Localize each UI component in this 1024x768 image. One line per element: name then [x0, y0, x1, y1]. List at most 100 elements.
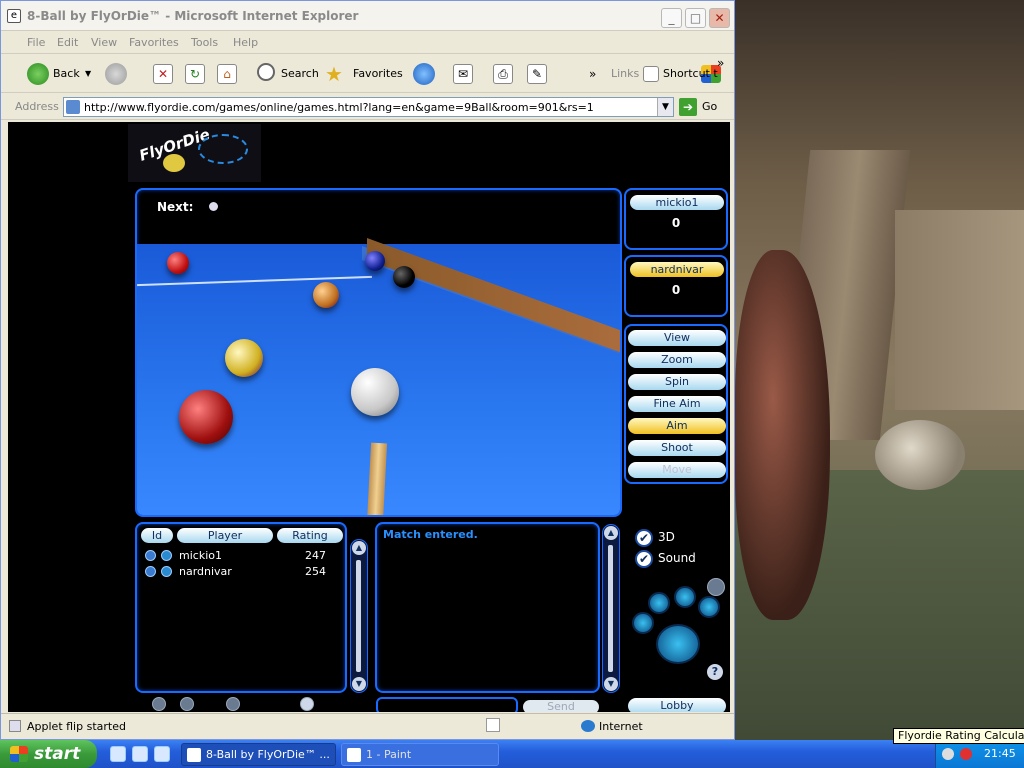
header-player[interactable]: Player [177, 528, 273, 543]
search-button[interactable]: Search [281, 62, 319, 86]
shoot-button[interactable]: Shoot [628, 440, 726, 456]
player-list-scrollbar[interactable]: ▲ ▼ [350, 539, 368, 693]
maximize-button[interactable]: □ [685, 8, 706, 28]
scroll-track[interactable] [356, 560, 361, 672]
scroll-down-icon[interactable]: ▼ [352, 677, 366, 691]
address-label: Address [15, 100, 59, 113]
flyordie-logo[interactable]: FlyOrDie [128, 124, 261, 182]
windows-logo-icon [10, 746, 28, 762]
player1-score: 0 [671, 216, 681, 230]
back-arrow-icon[interactable] [27, 63, 49, 85]
start-button[interactable]: start [0, 740, 97, 768]
aim-button[interactable]: Aim [628, 418, 726, 434]
shortcut-link[interactable]: Shortcut t [663, 62, 718, 86]
print-icon[interactable]: ⎙ [493, 64, 513, 84]
orange-ball [313, 282, 339, 308]
menu-help[interactable]: Help [233, 36, 258, 49]
media-quicklaunch-icon[interactable] [154, 746, 170, 762]
menu-file[interactable]: File [27, 36, 45, 49]
taskbar-item-label: 8-Ball by FlyOrDie™ ... [206, 748, 330, 761]
close-button[interactable]: ✕ [709, 8, 730, 28]
player-rating: 247 [305, 549, 326, 562]
zone-label: Internet [599, 720, 643, 733]
player-rating: 254 [305, 565, 326, 578]
wallpaper-building [895, 210, 1024, 410]
address-input[interactable]: http://www.flyordie.com/games/online/gam… [63, 97, 674, 117]
menu-view[interactable]: View [91, 36, 117, 49]
system-tray: 21:45 [935, 740, 1024, 768]
address-url[interactable]: http://www.flyordie.com/games/online/gam… [84, 101, 594, 114]
scroll-down-icon[interactable]: ▼ [604, 677, 618, 691]
ie-page-icon: e [7, 9, 21, 23]
scroll-up-icon[interactable]: ▲ [352, 541, 366, 555]
refresh-icon[interactable]: ↻ [185, 64, 205, 84]
emoticon-icon[interactable] [180, 697, 194, 711]
toolbar-chevron-icon[interactable]: » [589, 62, 596, 86]
move-button: Move [628, 462, 726, 478]
help-button[interactable]: ? [707, 664, 723, 680]
back-dropdown-icon[interactable]: ▼ [85, 62, 91, 86]
taskbar-item-paint[interactable]: 1 - Paint [341, 743, 499, 766]
shortcut-icon[interactable] [643, 66, 659, 82]
address-dropdown-icon[interactable]: ▼ [657, 98, 673, 116]
tray-network-icon[interactable] [942, 748, 954, 760]
scroll-up-icon[interactable]: ▲ [604, 526, 618, 540]
chat-input[interactable] [376, 697, 518, 712]
view-button[interactable]: View [628, 330, 726, 346]
logo-spark-icon [198, 134, 248, 164]
forward-arrow-icon[interactable] [105, 63, 127, 85]
favorites-button[interactable]: Favorites [353, 62, 403, 86]
history-icon[interactable] [413, 63, 435, 85]
zoom-button[interactable]: Zoom [628, 352, 726, 368]
window-title: 8-Ball by FlyOrDie™ - Microsoft Internet… [27, 9, 359, 23]
send-button[interactable]: Send [523, 700, 599, 712]
stop-icon[interactable]: ✕ [153, 64, 173, 84]
browser-window: e 8-Ball by FlyOrDie™ - Microsoft Intern… [0, 0, 735, 740]
fine-aim-button[interactable]: Fine Aim [628, 396, 726, 412]
home-icon[interactable]: ⌂ [217, 64, 237, 84]
links-label[interactable]: Links [611, 62, 639, 86]
player-status-icon [161, 550, 172, 561]
chat-message: Match entered. [383, 528, 478, 541]
minimize-button[interactable]: _ [661, 8, 682, 28]
menu-tools[interactable]: Tools [191, 36, 218, 49]
chat-scrollbar[interactable]: ▲ ▼ [602, 524, 620, 693]
next-label: Next: [157, 200, 194, 214]
yellow-ball [225, 339, 263, 377]
header-rating[interactable]: Rating [277, 528, 343, 543]
3d-checkbox[interactable]: ✔ [635, 529, 653, 547]
address-bar: Address http://www.flyordie.com/games/on… [1, 94, 734, 120]
player2-panel: nardnivar 0 [624, 255, 728, 317]
go-button[interactable]: Go [702, 100, 717, 113]
spin-button[interactable]: Spin [628, 374, 726, 390]
edit-icon[interactable]: ✎ [527, 64, 547, 84]
search-icon[interactable] [257, 63, 275, 81]
links-chevron-icon[interactable]: » [717, 51, 724, 75]
scroll-track[interactable] [608, 545, 613, 672]
clock[interactable]: 21:45 [984, 747, 1016, 760]
desktop-quicklaunch-icon[interactable] [132, 746, 148, 762]
back-button[interactable]: Back [53, 62, 80, 86]
emoticon-icon[interactable] [226, 697, 240, 711]
taskbar-item-browser[interactable]: 8-Ball by FlyOrDie™ ... [181, 743, 336, 766]
lobby-button[interactable]: Lobby [628, 698, 726, 712]
menu-favorites[interactable]: Favorites [129, 36, 179, 49]
menu-edit[interactable]: Edit [57, 36, 78, 49]
mail-icon[interactable]: ✉ [453, 64, 473, 84]
ie-quicklaunch-icon[interactable] [110, 746, 126, 762]
header-id[interactable]: Id [141, 528, 173, 543]
refresh-list-icon[interactable] [300, 697, 314, 711]
pool-table-view[interactable]: Next: [135, 188, 622, 517]
player-row[interactable]: mickio1 247 [145, 548, 345, 564]
player-list: Id Player Rating mickio1 247 nardnivar 2… [135, 522, 347, 693]
player-row[interactable]: nardnivar 254 [145, 564, 345, 580]
title-bar[interactable]: e 8-Ball by FlyOrDie™ - Microsoft Intern… [1, 1, 734, 31]
go-arrow-icon[interactable]: ➔ [679, 98, 697, 116]
taskbar-item-label: 1 - Paint [366, 748, 412, 761]
sound-checkbox[interactable]: ✔ [635, 550, 653, 568]
favorites-star-icon[interactable]: ★ [325, 62, 343, 86]
emoticon-icon[interactable] [152, 697, 166, 711]
flyordie-paw-icon [628, 586, 724, 678]
status-bar: Applet flip started Internet [1, 713, 734, 739]
tray-alert-icon[interactable] [960, 748, 972, 760]
